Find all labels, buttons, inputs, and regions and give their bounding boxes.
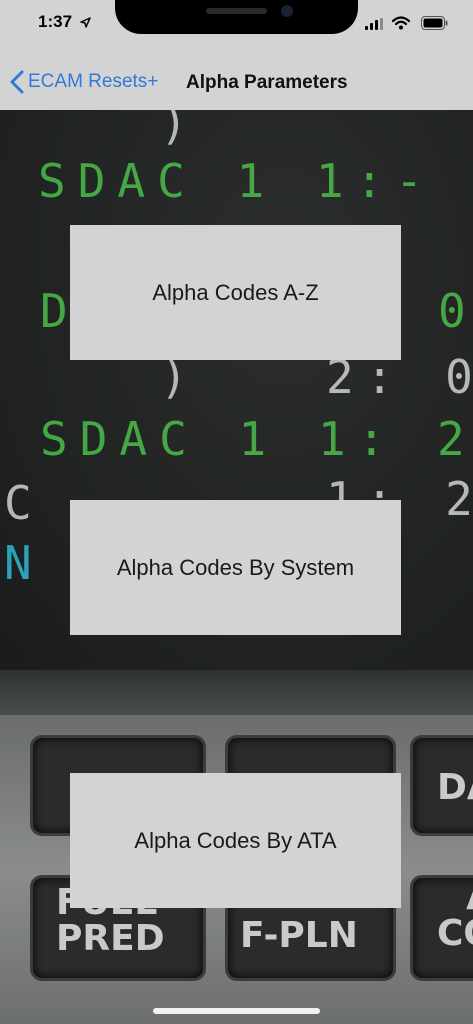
alpha-codes-by-ata-button[interactable]: Alpha Codes By ATA — [70, 773, 401, 908]
display-line: N — [4, 536, 44, 590]
app-screen: ) SDAC 1 1:- D 0 2: 0 ) SDAC 1 1: 2 C 1:… — [0, 0, 473, 1024]
display-line: SDAC 1 1:- — [38, 154, 435, 208]
status-time: 1:37 — [38, 12, 73, 31]
key-label-co: A CO — [437, 880, 473, 954]
battery-icon — [421, 16, 448, 30]
navigation-bar: 1:37 ECAM Resets+ Alpha Parameters — [0, 0, 473, 110]
key-label-da: DA — [437, 767, 473, 808]
display-bracket: ) — [160, 110, 200, 150]
alpha-codes-by-system-button[interactable]: Alpha Codes By System — [70, 500, 401, 635]
display-line: 0 — [438, 284, 473, 338]
front-camera — [281, 5, 293, 17]
display-line: C — [4, 476, 44, 530]
speaker-grille — [206, 8, 267, 14]
cellular-signal-icon — [365, 18, 383, 30]
back-button-label: ECAM Resets+ — [28, 71, 159, 92]
key-label-f-pln: F-PLN — [240, 915, 358, 956]
home-indicator[interactable] — [153, 1008, 320, 1014]
alpha-codes-a-z-button[interactable]: Alpha Codes A-Z — [70, 225, 401, 360]
display-line: SDAC 1 1: 2 — [40, 412, 473, 466]
location-arrow-icon — [80, 17, 91, 28]
back-button[interactable]: ECAM Resets+ — [10, 70, 158, 94]
device-notch — [115, 0, 358, 34]
display-line: 2: 0 — [326, 350, 473, 404]
chevron-left-icon — [10, 70, 24, 94]
page-title: Alpha Parameters — [186, 72, 348, 93]
display-bracket: ) — [160, 350, 200, 404]
wifi-icon — [392, 16, 410, 30]
